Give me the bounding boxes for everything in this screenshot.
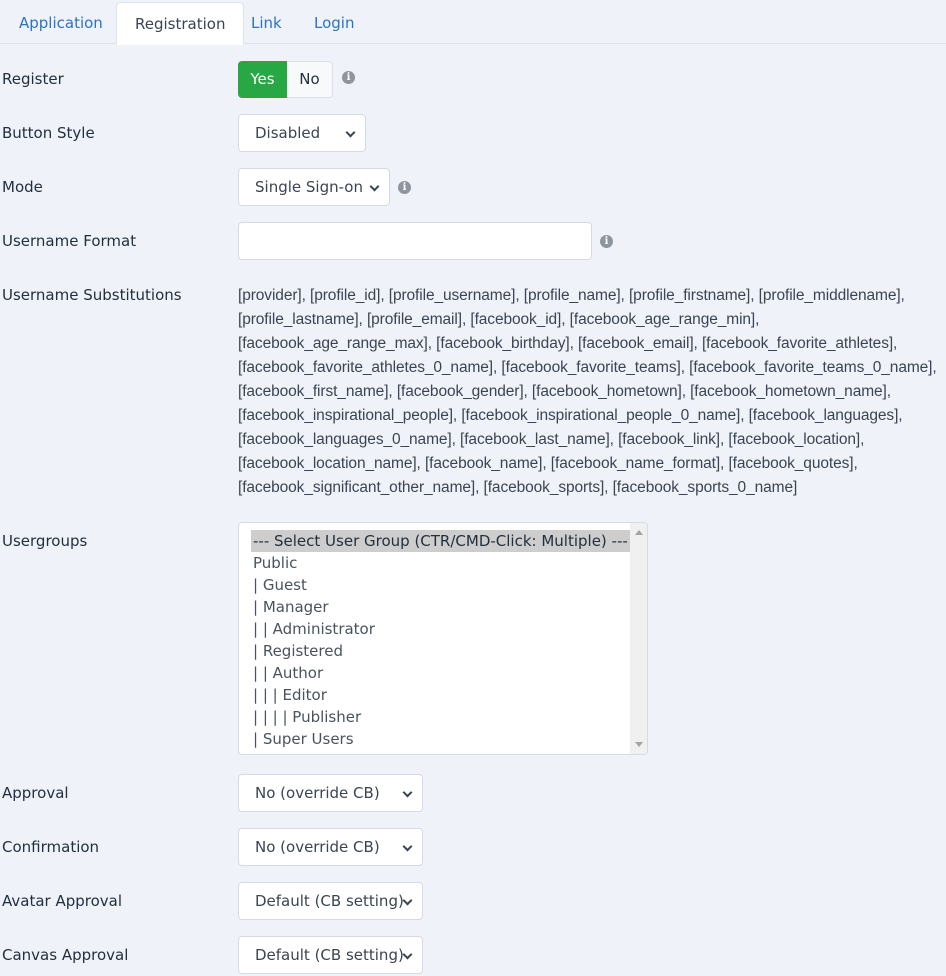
chevron-down-icon [402,937,414,973]
usergroup-option[interactable]: | Manager [251,596,627,618]
usergroups-label: Usergroups [2,532,88,550]
info-icon[interactable]: i [600,235,613,248]
button-style-value: Disabled [255,124,321,142]
tab-login[interactable]: Login [296,2,372,44]
chevron-down-icon [402,829,414,865]
register-yes-button[interactable]: Yes [238,61,287,98]
button-style-label: Button Style [2,124,95,142]
mode-select[interactable]: Single Sign-on [238,168,390,206]
mode-label: Mode [2,178,43,196]
usergroup-option[interactable]: | Super Users [251,728,627,750]
confirmation-select[interactable]: No (override CB) [238,828,423,866]
confirmation-value: No (override CB) [255,838,380,856]
button-style-select[interactable]: Disabled [238,114,366,152]
usergroup-option[interactable]: --- Select User Group (CTR/CMD-Click: Mu… [251,530,630,552]
usergroups-listbox[interactable]: --- Select User Group (CTR/CMD-Click: Mu… [238,522,648,755]
approval-label: Approval [2,784,69,802]
avatar-approval-select[interactable]: Default (CB setting) [238,882,423,920]
usergroup-option[interactable]: | Guest [251,574,627,596]
info-icon[interactable]: i [398,181,411,194]
username-format-input[interactable] [238,222,592,260]
tab-bar: Application Registration Link Login [0,0,946,45]
tab-link[interactable]: Link [233,2,300,44]
usergroup-option[interactable]: Public [251,552,627,574]
tab-application[interactable]: Application [1,2,121,44]
username-substitutions-label: Username Substitutions [2,286,182,304]
approval-select[interactable]: No (override CB) [238,774,423,812]
scroll-up-arrow-icon[interactable] [635,530,643,535]
username-format-label: Username Format [2,232,137,250]
approval-value: No (override CB) [255,784,380,802]
username-substitutions-text: [provider], [profile_id], [profile_usern… [238,287,937,496]
listbox-scrollbar[interactable] [630,523,647,754]
confirmation-label: Confirmation [2,838,100,856]
avatar-approval-label: Avatar Approval [2,892,123,910]
usergroup-option[interactable]: | | | Editor [251,684,627,706]
canvas-approval-label: Canvas Approval [2,946,129,964]
register-label: Register [2,70,64,88]
canvas-approval-value: Default (CB setting) [255,946,404,964]
avatar-approval-value: Default (CB setting) [255,892,404,910]
usergroup-option[interactable]: | | Author [251,662,627,684]
scroll-down-arrow-icon[interactable] [635,742,643,747]
usergroup-option[interactable]: | Registered [251,640,627,662]
canvas-approval-select[interactable]: Default (CB setting) [238,936,423,974]
register-toggle: Yes No [238,61,333,98]
usergroup-option[interactable]: | | | | Publisher [251,706,627,728]
chevron-down-icon [369,169,381,205]
info-icon[interactable]: i [342,71,355,84]
tab-registration[interactable]: Registration [116,2,245,45]
mode-value: Single Sign-on [255,178,363,196]
chevron-down-icon [402,883,414,919]
usergroup-option[interactable]: | | Administrator [251,618,627,640]
register-no-button[interactable]: No [287,61,333,98]
chevron-down-icon [345,115,357,151]
chevron-down-icon [402,775,414,811]
